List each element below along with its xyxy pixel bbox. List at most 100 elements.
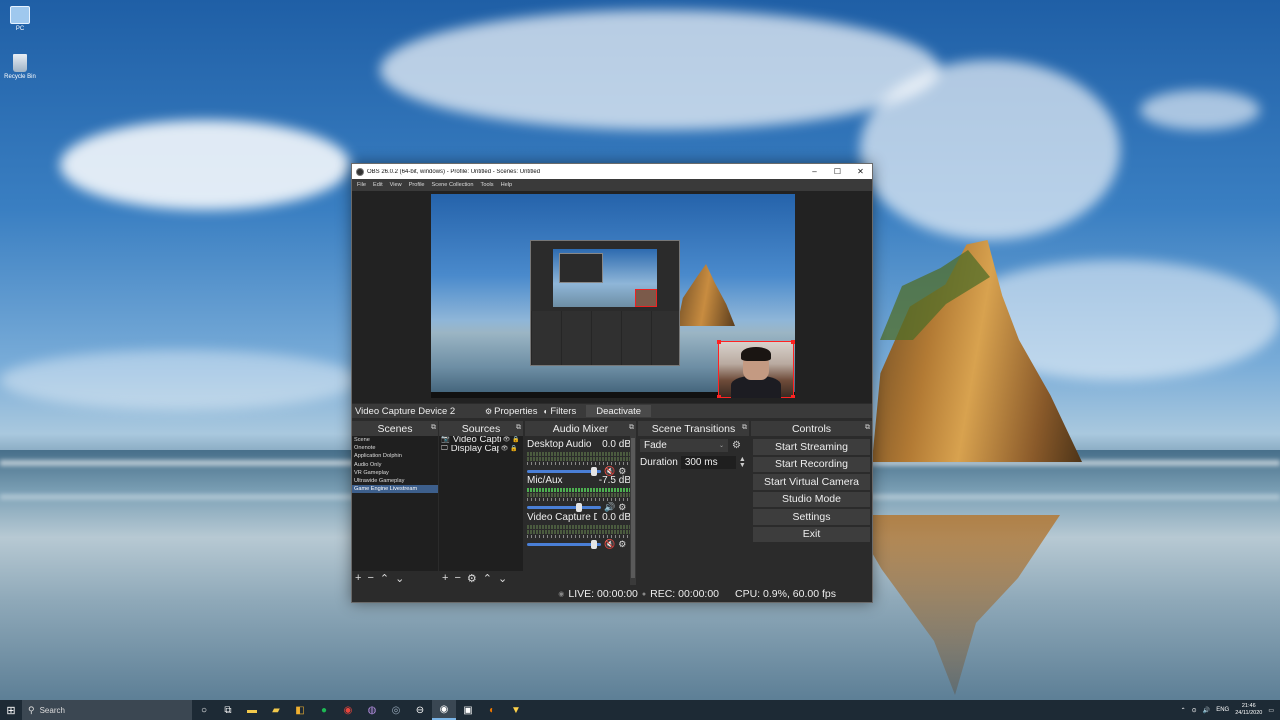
move-up-icon[interactable]: ⌃ bbox=[380, 572, 389, 585]
slider-knob[interactable] bbox=[575, 503, 582, 512]
add-icon[interactable]: + bbox=[442, 572, 448, 584]
notifications-icon[interactable]: ▭ bbox=[1268, 707, 1274, 714]
lock-icon[interactable]: 🔒 bbox=[512, 436, 519, 445]
task-view-icon[interactable]: ⧉ bbox=[216, 700, 240, 720]
scene-item[interactable]: Application Dolphin bbox=[352, 452, 438, 460]
deactivate-button[interactable]: Deactivate bbox=[586, 405, 652, 417]
undock-icon[interactable]: ⧉ bbox=[742, 424, 747, 432]
scene-item[interactable]: Game Engine Livestream bbox=[352, 485, 438, 494]
menu-file[interactable]: File bbox=[357, 182, 366, 188]
scenes-header[interactable]: Scenes ⧉ bbox=[352, 421, 438, 436]
volume-icon[interactable]: 🔊 bbox=[1203, 707, 1210, 714]
start-button[interactable]: ⊞ bbox=[0, 700, 22, 720]
volume-meter bbox=[527, 452, 631, 456]
filters-button[interactable]: ◐ Filters bbox=[543, 406, 576, 417]
spotify-icon[interactable]: ● bbox=[312, 700, 336, 720]
menu-profile[interactable]: Profile bbox=[409, 182, 425, 188]
folder-icon[interactable]: ▰ bbox=[264, 700, 288, 720]
undock-icon[interactable]: ⧉ bbox=[516, 424, 521, 432]
start-recording-button[interactable]: Start Recording bbox=[753, 456, 870, 472]
clock[interactable]: 21:46 24/11/2020 bbox=[1235, 703, 1262, 717]
chevron-up-icon[interactable]: ⌃ bbox=[1181, 707, 1186, 714]
webcam-source[interactable] bbox=[717, 340, 795, 398]
resize-handle[interactable] bbox=[717, 395, 721, 398]
lock-icon[interactable]: 🔒 bbox=[510, 445, 517, 454]
sources-header[interactable]: Sources ⧉ bbox=[439, 421, 523, 436]
exit-button[interactable]: Exit bbox=[753, 526, 870, 542]
steam-icon[interactable]: ◎ bbox=[384, 700, 408, 720]
start-virtual-camera-button[interactable]: Start Virtual Camera bbox=[753, 474, 870, 490]
move-up-icon[interactable]: ⌃ bbox=[483, 572, 492, 585]
store-icon[interactable]: ◧ bbox=[288, 700, 312, 720]
desktop-icon-pc[interactable]: PC bbox=[3, 6, 37, 32]
properties-button[interactable]: ⚙ Properties bbox=[485, 406, 537, 417]
mute-speaker-icon[interactable]: 🔇 bbox=[604, 539, 615, 550]
remove-icon[interactable]: − bbox=[367, 572, 373, 584]
mixer-scrollbar[interactable] bbox=[630, 436, 636, 585]
menu-help[interactable]: Help bbox=[501, 182, 513, 188]
file-explorer-icon[interactable]: ▬ bbox=[240, 700, 264, 720]
scrollbar-thumb[interactable] bbox=[631, 438, 635, 578]
resize-handle[interactable] bbox=[791, 395, 795, 398]
source-item[interactable]: 📷 Video Capture Device 2 👁 🔒 bbox=[439, 436, 523, 445]
gamepad-icon[interactable]: ⊖ bbox=[408, 700, 432, 720]
scene-item[interactable]: Audio Only bbox=[352, 461, 438, 469]
unity-icon[interactable]: ▼ bbox=[504, 700, 528, 720]
add-icon[interactable]: + bbox=[355, 572, 361, 584]
resize-handle[interactable] bbox=[717, 340, 721, 344]
visibility-eye-icon[interactable]: 👁 bbox=[503, 436, 511, 445]
undock-icon[interactable]: ⧉ bbox=[865, 424, 870, 432]
lang-indicator[interactable]: ENG bbox=[1216, 707, 1229, 713]
visibility-eye-icon[interactable]: 👁 bbox=[501, 445, 509, 454]
move-down-icon[interactable]: ⌄ bbox=[498, 572, 507, 585]
gear-icon[interactable]: ⚙ bbox=[467, 572, 477, 585]
minimize-button[interactable]: – bbox=[803, 164, 826, 179]
move-down-icon[interactable]: ⌄ bbox=[395, 572, 404, 585]
preview-area[interactable] bbox=[352, 191, 872, 403]
settings-button[interactable]: Settings bbox=[753, 509, 870, 525]
volume-slider[interactable] bbox=[527, 540, 601, 549]
resize-handle[interactable] bbox=[791, 340, 795, 344]
volume-slider[interactable] bbox=[527, 467, 601, 476]
terminal-icon[interactable]: ▣ bbox=[456, 700, 480, 720]
scene-item[interactable]: Scene bbox=[352, 436, 438, 444]
close-button[interactable]: ✕ bbox=[849, 164, 872, 179]
duration-spinner[interactable]: ▲ ▼ bbox=[739, 456, 746, 469]
blender-icon[interactable]: ◐ bbox=[480, 700, 504, 720]
scene-item[interactable]: Onenote bbox=[352, 444, 438, 452]
start-streaming-button[interactable]: Start Streaming bbox=[753, 439, 870, 455]
undock-icon[interactable]: ⧉ bbox=[629, 424, 634, 432]
menu-edit[interactable]: Edit bbox=[373, 182, 383, 188]
menu-view[interactable]: View bbox=[390, 182, 402, 188]
gear-icon[interactable]: ⚙ bbox=[618, 539, 626, 550]
chrome-icon[interactable]: ◉ bbox=[336, 700, 360, 720]
title-bar[interactable]: OBS 26.0.2 (64-bit, windows) - Profile: … bbox=[352, 164, 872, 179]
source-item[interactable]: 🖵 Display Capture 👁 🔒 bbox=[439, 445, 523, 454]
scene-transitions-header[interactable]: Scene Transitions ⧉ bbox=[638, 421, 749, 436]
channel-db: -7.5 dB bbox=[598, 475, 631, 486]
desktop-icon-recycle-bin[interactable]: Recycle Bin bbox=[3, 54, 37, 80]
cortana-icon[interactable]: ○ bbox=[192, 700, 216, 720]
studio-mode-button[interactable]: Studio Mode bbox=[753, 491, 870, 507]
program-preview[interactable] bbox=[431, 194, 795, 398]
duration-input[interactable]: 300 ms bbox=[680, 456, 736, 469]
menu-tools[interactable]: Tools bbox=[481, 182, 494, 188]
taskbar-search-box[interactable]: ⚲ Search bbox=[22, 700, 192, 720]
scene-item[interactable]: VR Gameplay bbox=[352, 469, 438, 477]
gear-icon[interactable]: ⚙ bbox=[732, 440, 741, 451]
slider-knob[interactable] bbox=[590, 540, 597, 549]
app-icon[interactable]: ◍ bbox=[360, 700, 384, 720]
transition-select[interactable]: Fade ⌄ bbox=[640, 439, 728, 452]
controls-header[interactable]: Controls ⧉ bbox=[751, 421, 872, 436]
remove-icon[interactable]: − bbox=[454, 572, 460, 584]
maximize-button[interactable]: ☐ bbox=[826, 164, 849, 179]
scene-item[interactable]: Ultrawide Gameplay bbox=[352, 477, 438, 485]
undock-icon[interactable]: ⧉ bbox=[431, 424, 436, 432]
obs-taskbar-icon[interactable]: ◉ bbox=[432, 700, 456, 720]
audio-mixer-header[interactable]: Audio Mixer ⧉ bbox=[525, 421, 636, 436]
volume-slider[interactable] bbox=[527, 503, 601, 512]
network-icon[interactable]: ⊙ bbox=[1192, 707, 1197, 714]
chevron-down-icon[interactable]: ▼ bbox=[739, 462, 746, 469]
sources-dock: Sources ⧉ 📷 Video Capture Device 2 👁 🔒 🖵… bbox=[439, 421, 523, 585]
menu-scene-collection[interactable]: Scene Collection bbox=[432, 182, 474, 188]
